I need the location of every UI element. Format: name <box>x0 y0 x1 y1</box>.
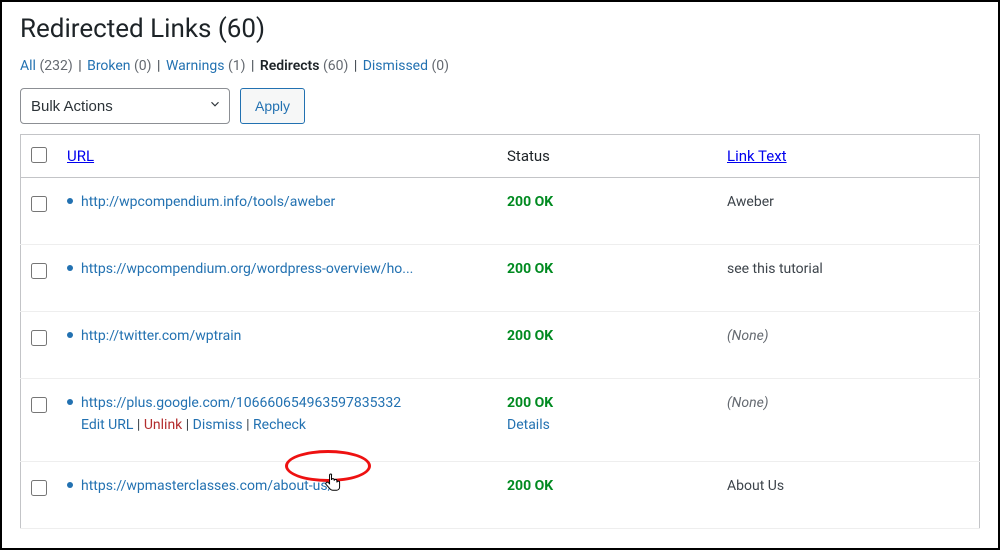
bullet-icon <box>67 482 73 488</box>
filter-broken-count: (0) <box>134 58 152 74</box>
filter-warnings[interactable]: Warnings <box>166 58 225 74</box>
status-value: 200 OK <box>507 328 553 344</box>
link-text-value: (None) <box>727 395 769 411</box>
bullet-icon <box>67 399 73 405</box>
apply-button[interactable]: Apply <box>240 88 305 124</box>
filter-links: All (232) | Broken (0) | Warnings (1) | … <box>20 58 980 74</box>
row-checkbox[interactable] <box>31 480 47 496</box>
link-text-value: About Us <box>727 478 784 494</box>
filter-redirects-count: (60) <box>323 58 348 74</box>
page-title: Redirected Links (60) <box>20 14 980 44</box>
table-row: https://wpmasterclasses.com/about-us/200… <box>21 462 980 529</box>
bullet-icon <box>67 198 73 204</box>
row-checkbox[interactable] <box>31 263 47 279</box>
filter-all-count: (232) <box>39 58 72 74</box>
link-url[interactable]: http://twitter.com/wptrain <box>81 328 241 344</box>
status-value: 200 OK <box>507 261 553 277</box>
status-value: 200 OK <box>507 395 553 411</box>
unlink-action[interactable]: Unlink <box>144 417 182 433</box>
bullet-icon <box>67 332 73 338</box>
link-text-value: (None) <box>727 328 769 344</box>
filter-all[interactable]: All <box>20 58 36 74</box>
filter-dismissed-count: (0) <box>431 58 449 74</box>
filter-redirects[interactable]: Redirects <box>260 58 320 74</box>
dismiss-action[interactable]: Dismiss <box>193 417 243 433</box>
row-checkbox[interactable] <box>31 330 47 346</box>
col-url[interactable]: URL <box>67 147 94 165</box>
link-url[interactable]: https://plus.google.com/1066606549635978… <box>81 395 401 411</box>
col-linktext[interactable]: Link Text <box>727 147 787 165</box>
col-status: Status <box>497 135 717 178</box>
row-actions: Edit URL | Unlink | Dismiss | Recheck <box>67 417 487 433</box>
recheck-action[interactable]: Recheck <box>253 417 306 433</box>
details-action[interactable]: Details <box>507 417 707 433</box>
table-row: https://wpcompendium.org/wordpress-overv… <box>21 245 980 312</box>
select-all-checkbox[interactable] <box>31 147 47 163</box>
links-table: URL Status Link Text http://wpcompendium… <box>20 134 980 529</box>
row-checkbox[interactable] <box>31 397 47 413</box>
link-url[interactable]: https://wpcompendium.org/wordpress-overv… <box>81 261 413 277</box>
table-row: http://wpcompendium.info/tools/aweber 200… <box>21 178 980 245</box>
row-checkbox[interactable] <box>31 196 47 212</box>
link-text-value: see this tutorial <box>727 261 823 277</box>
bulk-actions-select[interactable]: Bulk Actions <box>20 88 230 124</box>
edit-url-action[interactable]: Edit URL <box>81 417 133 433</box>
filter-broken[interactable]: Broken <box>87 58 130 74</box>
bullet-icon <box>67 265 73 271</box>
link-url[interactable]: http://wpcompendium.info/tools/aweber <box>81 194 335 210</box>
filter-dismissed[interactable]: Dismissed <box>363 58 428 74</box>
status-value: 200 OK <box>507 194 553 210</box>
link-text-value: Aweber <box>727 194 774 210</box>
table-row: https://plus.google.com/1066606549635978… <box>21 379 980 462</box>
link-url[interactable]: https://wpmasterclasses.com/about-us/ <box>81 478 333 494</box>
filter-warnings-count: (1) <box>228 58 246 74</box>
table-row: http://twitter.com/wptrain 200 OK (None) <box>21 312 980 379</box>
status-value: 200 OK <box>507 478 553 494</box>
